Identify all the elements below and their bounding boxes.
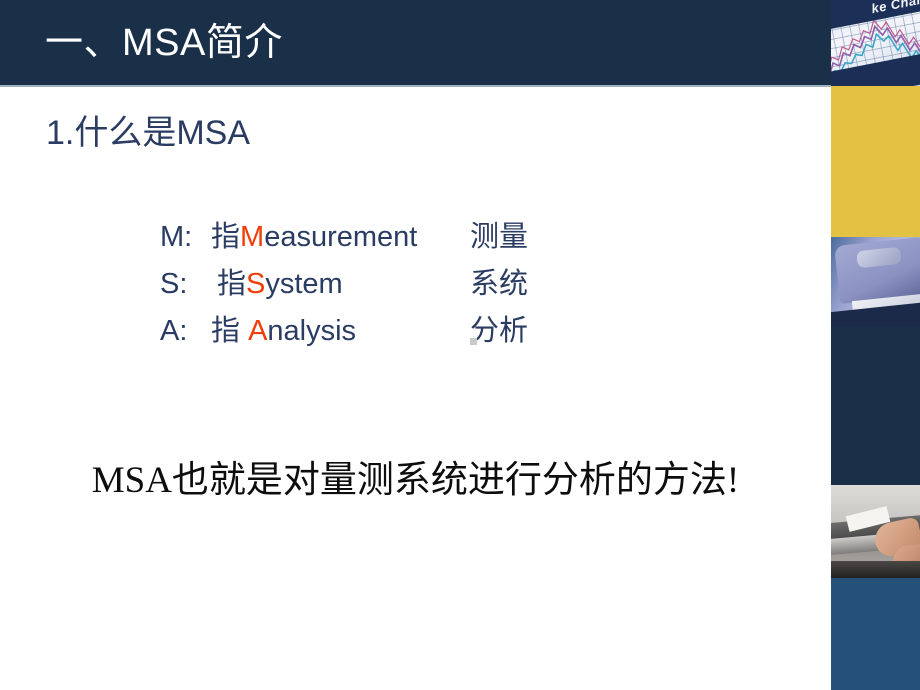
sidebar-panel-stock-chart-photo: ke Chart xyxy=(831,0,920,86)
sidebar-panel-navy-block xyxy=(831,327,920,485)
sidebar-image-strip: ke Chart xyxy=(831,0,920,690)
header-divider xyxy=(0,85,831,87)
definition-chinese: 分析 xyxy=(470,315,529,347)
definition-prefix: 指 xyxy=(211,315,249,347)
definition-rest: easurement xyxy=(264,221,418,253)
definition-abbr: S: xyxy=(160,268,188,300)
hands-photo-foreground xyxy=(831,561,920,578)
definition-term: 指System xyxy=(217,261,343,308)
stray-square-marker xyxy=(470,338,477,345)
definition-term: 指Measurement xyxy=(211,214,417,261)
definition-rest: ystem xyxy=(265,268,343,300)
page-title: 一、MSA简介 xyxy=(45,22,283,64)
definition-initial: S xyxy=(246,268,266,300)
sidebar-panel-blue-block xyxy=(831,578,920,690)
definition-chinese: 测量 xyxy=(470,221,529,253)
definition-row: M: 指Measurement 测量 xyxy=(160,214,780,261)
definition-term: 指 Analysis xyxy=(211,308,356,355)
definition-row: A: 指 Analysis 分析 xyxy=(160,308,780,355)
definition-row: S: 指System 系统 xyxy=(160,261,780,308)
definition-list: M: 指Measurement 测量 S: 指System 系统 A: 指 An… xyxy=(160,214,780,355)
calculator-photo-body xyxy=(834,237,920,304)
sidebar-panel-hands-printer-photo xyxy=(831,485,920,578)
definition-initial: M xyxy=(240,221,265,253)
definition-prefix: 指 xyxy=(211,221,241,253)
definition-initial: A xyxy=(248,315,268,347)
sidebar-panel-gold-block xyxy=(831,86,920,237)
definition-chinese: 系统 xyxy=(470,268,529,300)
definition-prefix: 指 xyxy=(217,268,247,300)
definition-abbr: M: xyxy=(160,221,193,253)
section-subheading: 1.什么是MSA xyxy=(46,114,251,152)
sidebar-panel-calculator-photo xyxy=(831,237,920,327)
definition-rest: nalysis xyxy=(267,315,357,347)
definition-abbr: A: xyxy=(160,315,188,347)
conclusion-text: MSA也就是对量测系统进行分析的方法! xyxy=(91,460,740,501)
slide: 一、MSA简介 1.什么是MSA M: 指Measurement 测量 S: 指… xyxy=(0,0,920,690)
